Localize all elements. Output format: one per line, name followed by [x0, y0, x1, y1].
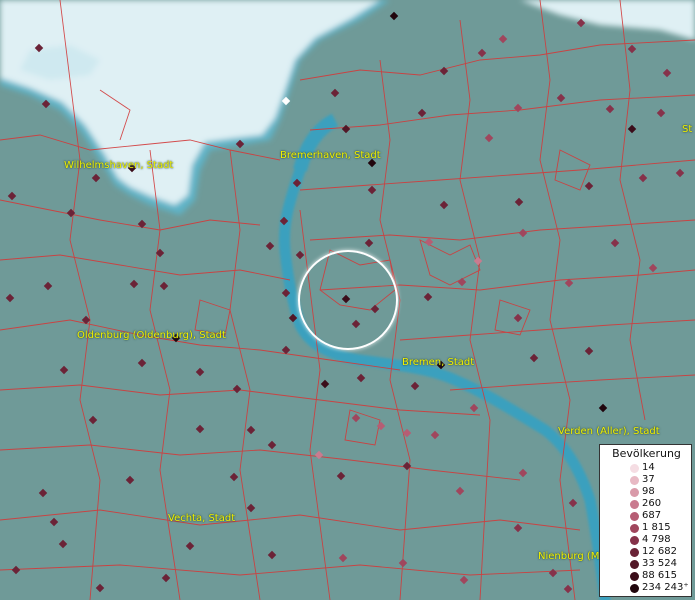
- city-label-bremerhaven: Bremerhaven, Stadt: [280, 150, 381, 161]
- legend-item-label: 4 798: [642, 534, 671, 545]
- legend-item-label: 687: [642, 510, 662, 521]
- legend-title: Bevölkerung: [612, 447, 681, 460]
- legend-item-label: 12 682: [642, 546, 677, 557]
- legend-dot-icon: [630, 476, 639, 485]
- legend-item-label: 234 243⁺: [642, 582, 689, 593]
- population-legend: Bevölkerung 14 37 98 260 687 1 815 4 798…: [599, 444, 692, 597]
- legend-dot-icon: [630, 512, 639, 521]
- legend-item-label: 88 615: [642, 570, 677, 581]
- legend-dot-icon: [630, 584, 639, 593]
- city-label-bremen: Bremen, Stadt: [402, 357, 475, 368]
- legend-dot-icon: [630, 536, 639, 545]
- legend-dot-icon: [630, 548, 639, 557]
- city-label-vechta: Vechta, Stadt: [168, 513, 236, 524]
- legend-dot-icon: [630, 572, 639, 581]
- city-label-oldenburg: Oldenburg (Oldenburg), Stadt: [77, 330, 226, 341]
- legend-item-label: 37: [642, 474, 655, 485]
- legend-item-label: 98: [642, 486, 655, 497]
- selection-circle[interactable]: [298, 250, 398, 350]
- legend-dot-icon: [630, 500, 639, 509]
- legend-item-label: 14: [642, 462, 655, 473]
- legend-item-label: 33 524: [642, 558, 677, 569]
- legend-dot-icon: [630, 560, 639, 569]
- city-label-wilhelmshaven: Wilhelmshaven, Stadt: [64, 160, 174, 171]
- legend-item-label: 1 815: [642, 522, 671, 533]
- legend-dot-icon: [630, 464, 639, 473]
- city-label-nienburg: Nienburg (M: [538, 551, 600, 562]
- city-label-verden: Verden (Aller), Stadt: [558, 426, 660, 437]
- city-label-edge-fragment: St: [682, 124, 693, 135]
- legend-dot-icon: [630, 488, 639, 497]
- legend-dot-icon: [630, 524, 639, 533]
- legend-item: 234 243⁺: [600, 582, 693, 595]
- legend-item-label: 260: [642, 498, 662, 509]
